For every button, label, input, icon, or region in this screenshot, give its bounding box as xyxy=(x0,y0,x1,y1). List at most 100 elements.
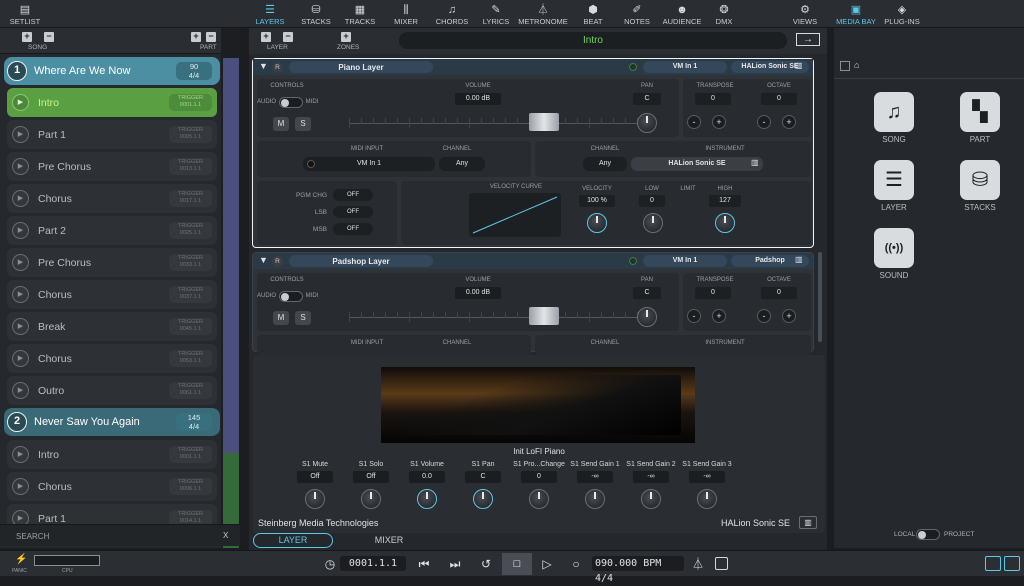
part-row[interactable]: ▶ Outro TRIGGER 0061.1.1 xyxy=(7,376,217,405)
part-row[interactable]: ▶ Intro TRIGGER 0001.1.1 xyxy=(7,440,217,469)
volume-track[interactable] xyxy=(349,123,649,124)
low-value[interactable]: 0 xyxy=(639,195,665,207)
collapse-icon[interactable]: ▼ xyxy=(259,61,268,71)
play-icon[interactable]: ▶ xyxy=(12,158,29,175)
collapse-icon[interactable]: ▼ xyxy=(259,255,268,265)
layer-panel[interactable]: ▼ R Piano Layer VM In 1 HALion Sonic SE ▥ CONT… xyxy=(252,58,814,248)
tab-layer[interactable]: LAYER xyxy=(253,533,333,548)
search-clear-button[interactable]: X xyxy=(223,531,228,540)
search-input[interactable]: SEARCH xyxy=(16,532,49,541)
trigger-badge[interactable]: TRIGGER 0013.1.1 xyxy=(169,158,212,175)
layers-scrollbar[interactable] xyxy=(818,252,822,342)
instrument-channel-select[interactable]: Any xyxy=(583,157,627,171)
previous-icon[interactable]: ⏮ xyxy=(414,555,434,573)
param-knob[interactable] xyxy=(305,489,325,509)
velocity-curve-graph[interactable] xyxy=(469,193,561,237)
plugin-param[interactable]: S1 Send Gain 3 -∞ xyxy=(677,459,737,515)
tab-media-bay[interactable]: ▣ MEDIA BAY xyxy=(836,2,876,27)
octave-up-button[interactable]: + xyxy=(782,115,796,129)
trigger-badge[interactable]: TRIGGER 0033.1.1 xyxy=(169,254,212,271)
cycle-icon[interactable]: ↺ xyxy=(476,555,496,573)
plugin-param[interactable]: S1 Mute Off xyxy=(285,459,345,515)
param-value[interactable]: -∞ xyxy=(633,471,669,483)
record-icon[interactable]: ○ xyxy=(566,555,586,573)
part-row[interactable]: ▶ Chorus TRIGGER 0006.1.1 xyxy=(7,472,217,501)
next-icon[interactable]: ⏭ xyxy=(445,555,465,573)
layer-panel[interactable]: ▼ R Padshop Layer VM In 1 Padshop ▥ CONTROLS VO… xyxy=(252,252,814,355)
add-song-button[interactable]: + xyxy=(22,32,32,42)
midi-port-field[interactable]: VM In 1 xyxy=(643,255,727,267)
remove-layer-button[interactable]: − xyxy=(283,32,293,42)
keyboard-icon[interactable]: ▥ xyxy=(751,158,759,167)
param-value[interactable]: Off xyxy=(353,471,389,483)
media-tile-sound[interactable]: ((•)) SOUND xyxy=(864,228,924,288)
play-icon[interactable]: ▶ xyxy=(12,94,29,111)
msb-value[interactable]: OFF xyxy=(333,223,373,235)
play-icon[interactable]: ▷ xyxy=(537,555,557,573)
plugin-param[interactable]: S1 Send Gain 1 -∞ xyxy=(565,459,625,515)
play-icon[interactable]: ▶ xyxy=(12,382,29,399)
tempo-display[interactable]: 090.000 BPM 4/4 xyxy=(592,556,684,584)
octave-down-button[interactable]: - xyxy=(757,309,771,323)
pan-knob[interactable] xyxy=(637,307,657,327)
transpose-down-button[interactable]: - xyxy=(687,309,701,323)
layer-title-field[interactable]: Padshop Layer xyxy=(289,255,433,267)
play-icon[interactable]: ▶ xyxy=(12,478,29,495)
param-value[interactable]: -∞ xyxy=(689,471,725,483)
select-checkbox[interactable] xyxy=(840,61,850,71)
record-arm-button[interactable]: R xyxy=(272,62,283,73)
play-icon[interactable]: ▶ xyxy=(12,350,29,367)
panic-icon[interactable]: ⚡ xyxy=(15,554,27,565)
transpose-up-button[interactable]: + xyxy=(712,309,726,323)
trigger-badge[interactable]: TRIGGER 0005.1.1 xyxy=(169,126,212,143)
midi-port-field[interactable]: VM In 1 xyxy=(643,61,727,73)
part-row[interactable]: ▶ Intro TRIGGER 0001.1.1 xyxy=(7,88,217,117)
transpose-down-button[interactable]: - xyxy=(687,115,701,129)
pgm_chg-value[interactable]: OFF xyxy=(333,189,373,201)
mute-button[interactable]: M xyxy=(273,311,289,325)
tab-dmx[interactable]: ❂ DMX xyxy=(698,2,750,27)
media-tile-layer[interactable]: ☰ LAYER xyxy=(864,160,924,220)
part-row[interactable]: ▶ Pre Chorus TRIGGER 0033.1.1 xyxy=(7,248,217,277)
octave-down-button[interactable]: - xyxy=(757,115,771,129)
high-value[interactable]: 127 xyxy=(709,195,741,207)
keyboard-icon[interactable]: ▥ xyxy=(799,516,817,529)
part-row[interactable]: ▶ Pre Chorus TRIGGER 0013.1.1 xyxy=(7,152,217,181)
part-row[interactable]: ▶ Chorus TRIGGER 0037.1.1 xyxy=(7,280,217,309)
tab-tracks[interactable]: ▦ TRACKS xyxy=(334,2,386,27)
pan-value[interactable]: C xyxy=(633,93,661,105)
record-arm-button[interactable]: R xyxy=(272,256,283,267)
pan-knob[interactable] xyxy=(637,113,657,133)
mute-button[interactable]: M xyxy=(273,117,289,131)
media-tile-part[interactable]: ▚ PART xyxy=(950,92,1010,152)
part-row[interactable]: ▶ Break TRIGGER 0045.1.1 xyxy=(7,312,217,341)
trigger-badge[interactable]: TRIGGER 0025.1.1 xyxy=(169,222,212,239)
home-icon[interactable]: ⌂ xyxy=(854,60,859,70)
stop-button[interactable]: □ xyxy=(502,553,532,575)
trigger-badge[interactable]: TRIGGER 0053.1.1 xyxy=(169,350,212,367)
next-part-button[interactable]: → xyxy=(796,33,820,46)
left-zone-toggle[interactable] xyxy=(985,556,1001,571)
trigger-badge[interactable]: TRIGGER 0001.1.1 xyxy=(169,94,212,111)
volume-fader-handle[interactable] xyxy=(529,307,559,325)
param-value[interactable]: Off xyxy=(297,471,333,483)
local-project-toggle[interactable] xyxy=(916,529,940,540)
trigger-badge[interactable]: TRIGGER 0006.1.1 xyxy=(169,478,212,495)
high-knob[interactable] xyxy=(715,213,735,233)
song-row[interactable]: 1 Where Are We Now 90 4/4 xyxy=(4,57,220,85)
media-tile-song[interactable]: ♫ SONG xyxy=(864,92,924,152)
audio-midi-toggle[interactable] xyxy=(279,291,303,302)
velocity-knob[interactable] xyxy=(587,213,607,233)
media-tile-stacks[interactable]: ⛁ STACKS xyxy=(950,160,1010,220)
instrument-select[interactable]: HALion Sonic SE xyxy=(631,157,763,171)
tab-views[interactable]: ⚙ VIEWS xyxy=(779,2,831,27)
plugin-param[interactable]: S1 Pan C xyxy=(453,459,513,515)
song-row[interactable]: 2 Never Saw You Again 145 4/4 xyxy=(4,408,220,436)
edit-icon[interactable]: ▥ xyxy=(795,255,803,264)
volume-track[interactable] xyxy=(349,317,649,318)
tab-mixer[interactable]: MIXER xyxy=(359,533,419,548)
right-zone-toggle[interactable] xyxy=(1004,556,1020,571)
transpose-value[interactable]: 0 xyxy=(695,287,731,299)
pan-value[interactable]: C xyxy=(633,287,661,299)
param-knob[interactable] xyxy=(529,489,549,509)
